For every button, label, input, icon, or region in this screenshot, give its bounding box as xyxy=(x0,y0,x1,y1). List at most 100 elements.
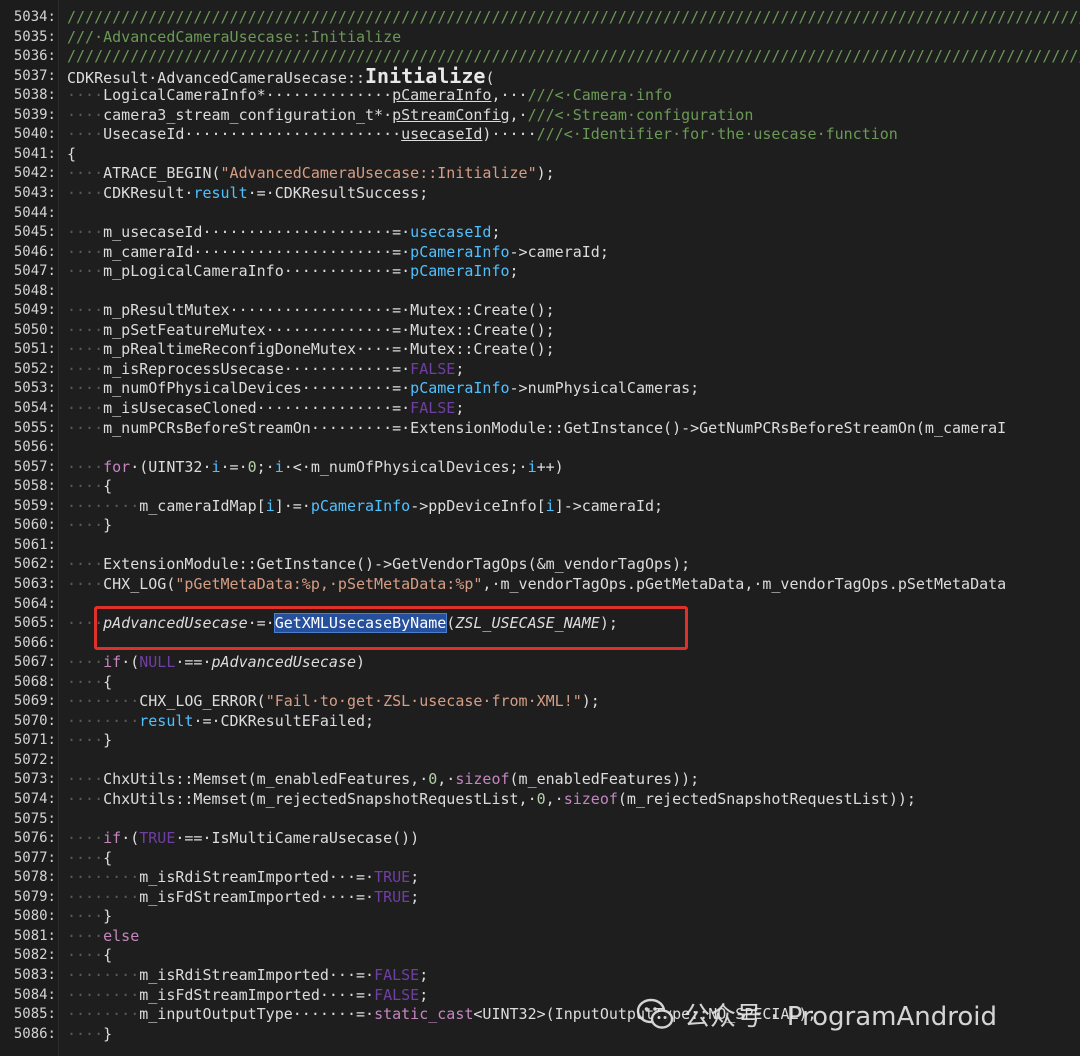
code-text[interactable]: ····for·(UINT32·i·=·0;·i·<·m_numOfPhysic… xyxy=(67,457,1080,477)
code-token: ); xyxy=(581,692,600,711)
line-number: 5043: xyxy=(13,184,56,201)
code-text[interactable]: ····{ xyxy=(67,672,1080,692)
code-text[interactable]: ····ExtensionModule::GetInstance()->GetV… xyxy=(67,554,1080,574)
code-line: 5071: ····} xyxy=(0,730,1080,750)
code-text[interactable]: ····ChxUtils::Memset(m_rejectedSnapshotR… xyxy=(67,789,1080,809)
code-text[interactable]: ····} xyxy=(67,515,1080,535)
code-token: static_cast xyxy=(374,1005,474,1024)
code-line: 5041: { xyxy=(0,144,1080,164)
code-editor[interactable]: 5034: ///////////////////////////////////… xyxy=(0,0,1080,1056)
code-text[interactable]: ····m_usecaseId·····················=·us… xyxy=(67,222,1080,242)
code-token: ,· xyxy=(509,105,528,124)
code-token: ···· xyxy=(67,457,104,476)
code-text[interactable]: ····m_numOfPhysicalDevices··········=·pC… xyxy=(67,378,1080,398)
code-text[interactable]: ····ATRACE_BEGIN("AdvancedCameraUsecase:… xyxy=(67,163,1080,183)
code-text[interactable]: ///·AdvancedCameraUsecase::Initialize xyxy=(67,27,1080,47)
code-text[interactable]: ····m_pRealtimeReconfigDoneMutex····=·Mu… xyxy=(67,339,1080,359)
code-token: TRUE xyxy=(139,829,176,848)
code-text[interactable]: ····{ xyxy=(67,848,1080,868)
code-text[interactable]: ····ChxUtils::Memset(m_enabledFeatures,·… xyxy=(67,769,1080,789)
code-line: 5034: ///////////////////////////////////… xyxy=(0,7,1080,27)
line-number: 5038: xyxy=(13,87,56,104)
code-text[interactable]: ····else xyxy=(67,926,1080,946)
line-number: 5062: xyxy=(13,556,56,573)
code-token: m_cameraIdMap[ xyxy=(139,496,266,515)
code-text[interactable]: ····{ xyxy=(67,476,1080,496)
line-number: 5057: xyxy=(13,458,56,475)
code-text[interactable]: ········m_isRdiStreamImported···=·FALSE; xyxy=(67,965,1080,985)
code-text[interactable]: ····{ xyxy=(67,945,1080,965)
code-line: 5052: ····m_isReprocessUsecase···········… xyxy=(0,359,1080,379)
code-text[interactable]: { xyxy=(67,144,1080,164)
watermark: 公众号 · ProgramAndroid xyxy=(636,994,997,1034)
line-number: 5061: xyxy=(13,536,56,553)
code-token: ·=·CDKResultEFailed; xyxy=(193,711,375,730)
code-text[interactable]: ····CDKResult·result·=·CDKResultSuccess; xyxy=(67,183,1080,203)
code-token: ···· xyxy=(67,125,104,144)
code-line: 5046: ····m_cameraId·····················… xyxy=(0,242,1080,262)
code-token: m_isRdiStreamImported···=· xyxy=(139,965,375,984)
code-token: TRUE xyxy=(374,868,411,887)
code-line: 5075: xyxy=(0,809,1080,829)
line-number: 5047: xyxy=(13,263,56,280)
code-text[interactable]: ········CHX_LOG_ERROR("Fail·to·get·ZSL·u… xyxy=(67,691,1080,711)
code-text[interactable]: ····CHX_LOG("pGetMetaData:%p,·pSetMetaDa… xyxy=(67,574,1080,594)
code-line: 5063: ····CHX_LOG("pGetMetaData:%p,·pSetM… xyxy=(0,574,1080,594)
code-token: 0 xyxy=(428,770,438,789)
code-line: 5068: ····{ xyxy=(0,672,1080,692)
code-token: ···· xyxy=(67,946,104,965)
line-number: 5074: xyxy=(13,791,56,807)
code-token: ···· xyxy=(67,105,104,124)
code-token: usecaseId xyxy=(401,125,483,144)
code-token: else xyxy=(103,926,140,945)
code-text[interactable]: ········m_cameraIdMap[i]·=·pCameraInfo->… xyxy=(67,496,1080,516)
code-text[interactable]: ····if·(NULL·==·pAdvancedUsecase) xyxy=(67,652,1080,672)
code-text[interactable]: ····m_pSetFeatureMutex··············=·Mu… xyxy=(67,320,1080,340)
line-number: 5081: xyxy=(13,927,56,944)
line-number: 5051: xyxy=(13,341,56,358)
code-token: CDKResult·AdvancedCameraUsecase:: xyxy=(67,68,366,87)
code-line: 5056: xyxy=(0,437,1080,457)
code-text[interactable]: ····if·(TRUE·==·IsMultiCameraUsecase()) xyxy=(67,828,1080,848)
code-text[interactable]: ········m_isRdiStreamImported···=·TRUE; xyxy=(67,867,1080,887)
code-text[interactable]: ····camera3_stream_configuration_t*·pStr… xyxy=(67,105,1080,125)
code-text[interactable]: ····m_numPCRsBeforeStreamOn·········=·Ex… xyxy=(67,418,1080,438)
line-number: 5046: xyxy=(13,243,56,260)
line-number: 5039: xyxy=(13,106,56,123)
line-number: 5075: xyxy=(13,810,56,827)
code-token: pCameraInfo xyxy=(410,262,510,281)
code-token: ]·=· xyxy=(274,496,311,515)
code-text[interactable]: ////////////////////////////////////////… xyxy=(67,7,1080,27)
watermark-text: 公众号 · ProgramAndroid xyxy=(684,1001,998,1032)
line-number: 5065: xyxy=(13,615,56,632)
code-text[interactable]: ········result·=·CDKResultEFailed; xyxy=(67,711,1080,731)
code-token: ,··· xyxy=(491,86,528,105)
code-token: pCameraInfo xyxy=(410,242,510,261)
code-text[interactable]: ····m_pResultMutex··················=·Mu… xyxy=(67,300,1080,320)
code-text[interactable]: ········m_isFdStreamImported····=·TRUE; xyxy=(67,887,1080,907)
code-text[interactable]: ····} xyxy=(67,906,1080,926)
code-token: } xyxy=(103,907,113,926)
code-token: ·=·CDKResultSuccess; xyxy=(247,183,429,202)
code-text[interactable]: ····m_isUsecaseCloned···············=·FA… xyxy=(67,398,1080,418)
code-line: 5040: ····UsecaseId······················… xyxy=(0,124,1080,144)
code-line: 5072: xyxy=(0,750,1080,770)
code-token: i xyxy=(211,457,221,476)
code-token: ···· xyxy=(67,770,104,789)
code-text[interactable]: ····UsecaseId························use… xyxy=(67,124,1080,144)
code-text[interactable]: ····m_cameraId······················=·pC… xyxy=(67,242,1080,262)
code-token: m_isFdStreamImported····=· xyxy=(139,887,375,906)
code-token: ···· xyxy=(67,907,104,926)
code-token: pCameraInfo xyxy=(410,379,510,398)
code-token: ; xyxy=(410,868,420,887)
code-token: LogicalCameraInfo*·············· xyxy=(103,86,393,105)
code-text[interactable]: ····m_isReprocessUsecase············=·FA… xyxy=(67,359,1080,379)
code-token: ···· xyxy=(67,418,104,437)
code-token: ); xyxy=(536,164,555,183)
code-text[interactable]: ····} xyxy=(67,730,1080,750)
code-token: ···· xyxy=(67,379,104,398)
line-number: 5040: xyxy=(13,126,56,143)
code-text[interactable]: ····LogicalCameraInfo*··············pCam… xyxy=(67,85,1080,105)
code-text[interactable]: ////////////////////////////////////////… xyxy=(67,46,1080,66)
code-text[interactable]: ····m_pLogicalCameraInfo············=·pC… xyxy=(67,261,1080,281)
